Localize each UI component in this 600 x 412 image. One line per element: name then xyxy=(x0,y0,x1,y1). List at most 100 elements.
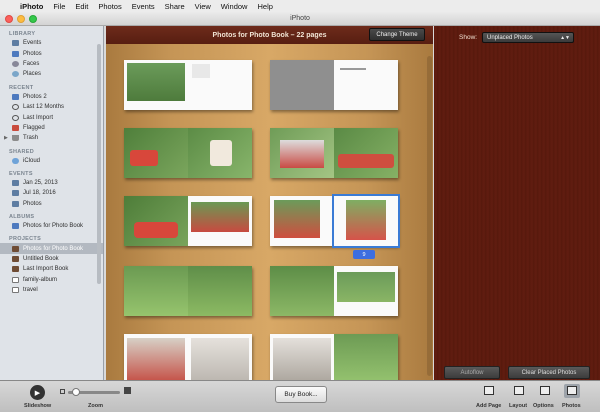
menu-view[interactable]: View xyxy=(195,2,211,11)
menu-help[interactable]: Help xyxy=(257,2,272,11)
options-button[interactable] xyxy=(537,384,553,398)
sidebar-item-last-import[interactable]: Last Import xyxy=(0,112,103,122)
layout-button[interactable] xyxy=(511,384,527,398)
close-window-button[interactable] xyxy=(5,15,13,23)
spread-page-14-15[interactable] xyxy=(124,334,252,380)
book-page[interactable] xyxy=(270,60,334,110)
book-page[interactable] xyxy=(270,334,334,380)
sidebar-item-event-photos[interactable]: Photos xyxy=(0,199,103,209)
change-theme-button[interactable]: Change Theme xyxy=(369,28,425,41)
menu-share[interactable]: Share xyxy=(165,2,185,11)
photo-thumbnail[interactable] xyxy=(130,150,158,166)
slideshow-button[interactable]: ▶ xyxy=(30,385,45,400)
menu-edit[interactable]: Edit xyxy=(75,2,88,11)
sidebar-item-event-jul-18[interactable]: Jul 18, 2016 xyxy=(0,188,103,198)
spread-cover[interactable] xyxy=(124,60,252,110)
sidebar-item-project-untitled-book[interactable]: Untitled Book xyxy=(0,254,103,264)
clock-icon xyxy=(12,114,19,121)
book-page[interactable] xyxy=(124,196,188,246)
zoom-window-button[interactable] xyxy=(29,15,37,23)
spread-page-2-3[interactable] xyxy=(124,128,252,178)
book-page[interactable] xyxy=(334,128,398,178)
book-page[interactable] xyxy=(334,266,398,316)
cloud-icon xyxy=(12,157,19,164)
pages-scrollbar[interactable] xyxy=(427,56,432,376)
book-page[interactable] xyxy=(188,60,252,110)
photo-thumbnail[interactable] xyxy=(338,154,394,168)
sidebar-item-event-jan-25[interactable]: Jan 25, 2013 xyxy=(0,178,103,188)
menu-file[interactable]: File xyxy=(53,2,65,11)
sidebar-item-project-last-import-book[interactable]: Last Import Book xyxy=(0,264,103,274)
photo-thumbnail[interactable] xyxy=(127,63,185,101)
photos-button[interactable] xyxy=(564,384,580,398)
sidebar-item-places[interactable]: Places xyxy=(0,69,103,79)
book-page[interactable] xyxy=(334,60,398,110)
sidebar-scrollbar[interactable] xyxy=(97,44,101,284)
buy-book-button[interactable]: Buy Book... xyxy=(275,386,327,403)
photo-thumbnail[interactable] xyxy=(274,200,320,238)
photo-thumbnail[interactable] xyxy=(210,140,232,166)
book-page[interactable] xyxy=(124,266,188,316)
photo-thumbnail[interactable] xyxy=(273,338,331,380)
sidebar-item-flagged[interactable]: Flagged xyxy=(0,123,103,133)
menu-photos[interactable]: Photos xyxy=(98,2,121,11)
photo-thumbnail[interactable] xyxy=(346,200,386,240)
minimize-window-button[interactable] xyxy=(17,15,25,23)
menu-app-name[interactable]: iPhoto xyxy=(20,2,43,11)
calendar-icon xyxy=(12,276,19,283)
photo-thumbnail[interactable] xyxy=(191,338,249,380)
book-page[interactable] xyxy=(270,196,334,246)
photo-thumbnail[interactable] xyxy=(280,140,324,168)
sidebar-item-label: Events xyxy=(23,40,42,47)
book-page[interactable] xyxy=(124,334,188,380)
spread-page-4-5[interactable] xyxy=(270,128,398,178)
book-page[interactable] xyxy=(188,334,252,380)
spread-page-16-17[interactable] xyxy=(270,334,398,380)
spread-page-6-7[interactable] xyxy=(124,196,252,246)
photo-thumbnail[interactable] xyxy=(191,202,249,232)
globe-icon xyxy=(12,71,19,78)
sidebar-item-project-family-album[interactable]: family-album xyxy=(0,275,103,285)
photo-thumbnail[interactable] xyxy=(134,222,178,238)
menu-events[interactable]: Events xyxy=(132,2,155,11)
sidebar-item-project-photo-book[interactable]: Photos for Photo Book xyxy=(0,243,103,254)
spread-page-10-11[interactable] xyxy=(124,266,252,316)
menu-window[interactable]: Window xyxy=(221,2,248,11)
sidebar-item-icloud[interactable]: iCloud xyxy=(0,156,103,166)
book-page[interactable] xyxy=(124,60,188,110)
show-filter-select[interactable]: Unplaced Photos ▲▼ xyxy=(482,32,574,43)
spread-page-8-9[interactable] xyxy=(270,194,400,248)
sidebar-item-trash[interactable]: ▶ Trash xyxy=(0,133,103,143)
sidebar-item-project-travel[interactable]: travel xyxy=(0,285,103,295)
sidebar-item-label: Places xyxy=(23,71,42,78)
sidebar-heading-albums: ALBUMS xyxy=(9,214,35,221)
book-page[interactable] xyxy=(270,128,334,178)
book-page[interactable] xyxy=(124,128,188,178)
sidebar-item-events[interactable]: Events xyxy=(0,38,103,48)
sidebar-item-photos-2[interactable]: Photos 2 xyxy=(0,92,103,102)
photo-thumbnail[interactable] xyxy=(127,338,185,380)
book-page[interactable] xyxy=(334,334,398,380)
autoflow-button[interactable]: Autoflow xyxy=(444,366,500,379)
book-page-selected[interactable] xyxy=(332,194,400,248)
add-page-icon xyxy=(484,386,494,395)
iphoto-window: iPhoto LIBRARY Events Photos Faces Place… xyxy=(0,12,600,412)
photo-browser-panel: Show: Unplaced Photos ▲▼ Autoflow Clear … xyxy=(434,26,600,380)
sidebar-item-photos[interactable]: Photos xyxy=(0,48,103,58)
zoom-slider-thumb[interactable] xyxy=(72,388,80,396)
sidebar-item-last-12-months[interactable]: Last 12 Months xyxy=(0,102,103,112)
add-page-button[interactable] xyxy=(481,384,497,398)
sidebar-item-album-photo-book[interactable]: Photos for Photo Book xyxy=(0,221,103,231)
book-page[interactable] xyxy=(270,266,334,316)
bottom-toolbar: ▶ Slideshow Zoom Buy Book... Add Page La… xyxy=(0,380,600,412)
faces-icon xyxy=(12,60,19,67)
clear-placed-photos-button[interactable]: Clear Placed Photos xyxy=(508,366,590,379)
book-page[interactable] xyxy=(188,196,252,246)
photo-thumbnail[interactable] xyxy=(337,272,395,302)
book-page[interactable] xyxy=(188,128,252,178)
spread-page-12-13[interactable] xyxy=(270,266,398,316)
spread-title[interactable] xyxy=(270,60,398,110)
sidebar-item-faces[interactable]: Faces xyxy=(0,59,103,69)
disclosure-triangle-icon[interactable]: ▶ xyxy=(4,135,8,141)
book-page[interactable] xyxy=(188,266,252,316)
